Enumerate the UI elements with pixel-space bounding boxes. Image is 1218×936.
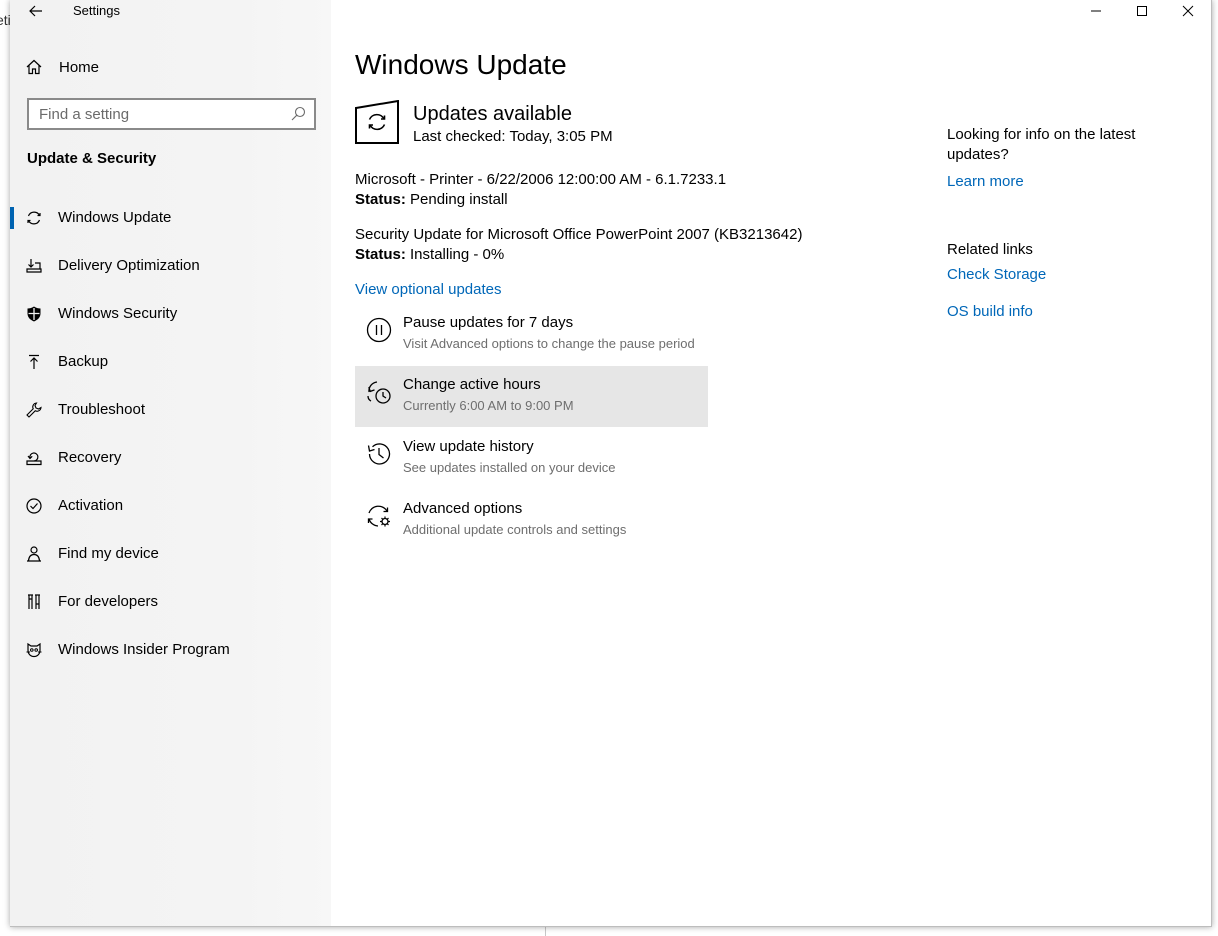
sidebar-item-label: Find my device xyxy=(58,545,159,562)
update-name: Security Update for Microsoft Office Pow… xyxy=(355,226,803,243)
change-active-hours-button[interactable]: Change active hours Currently 6:00 AM to… xyxy=(355,366,708,427)
developer-tools-icon xyxy=(24,592,44,612)
back-button[interactable] xyxy=(24,0,48,22)
sidebar-item-windows-insider-program[interactable]: Windows Insider Program xyxy=(10,626,331,674)
minimize-button[interactable] xyxy=(1073,0,1119,22)
sidebar-item-label: Windows Update xyxy=(58,209,172,226)
view-optional-updates-link[interactable]: View optional updates xyxy=(355,281,502,298)
status-value: Pending install xyxy=(410,191,508,208)
close-icon xyxy=(1182,5,1194,17)
action-title: Advanced options xyxy=(403,500,523,517)
view-update-history-button[interactable]: View update history See updates installe… xyxy=(355,428,708,489)
pause-icon xyxy=(365,316,393,344)
back-arrow-icon xyxy=(29,5,42,17)
sidebar-item-find-my-device[interactable]: Find my device xyxy=(10,530,331,578)
sidebar-item-label: Recovery xyxy=(58,449,122,466)
sidebar-item-windows-security[interactable]: Windows Security xyxy=(10,290,331,338)
sidebar-item-troubleshoot[interactable]: Troubleshoot xyxy=(10,386,331,434)
sync-icon xyxy=(24,208,44,228)
os-build-info-link[interactable]: OS build info xyxy=(947,303,1033,320)
sidebar-item-activation[interactable]: Activation xyxy=(10,482,331,530)
sidebar-item-label: Windows Insider Program xyxy=(58,641,230,658)
update-entry: Microsoft - Printer - 6/22/2006 12:00:00… xyxy=(355,171,726,211)
update-status: Status: Installing - 0% xyxy=(355,246,802,266)
close-button[interactable] xyxy=(1165,0,1211,22)
background-divider xyxy=(545,926,546,936)
action-subtitle: See updates installed on your device xyxy=(403,460,616,475)
sidebar: Settings Home Update & Security xyxy=(10,0,331,926)
sidebar-item-label: Delivery Optimization xyxy=(58,257,200,274)
status-label: Status: xyxy=(355,191,406,208)
check-circle-icon xyxy=(24,496,44,516)
sidebar-nav: Windows Update Delivery Optimization Win… xyxy=(10,194,331,674)
pause-updates-button[interactable]: Pause updates for 7 days Visit Advanced … xyxy=(355,304,708,365)
status-label: Status: xyxy=(355,246,406,263)
last-checked-text: Last checked: Today, 3:05 PM xyxy=(413,128,613,145)
active-hours-icon xyxy=(365,378,393,406)
background-window-edge: eti xyxy=(0,0,11,936)
insider-cat-icon xyxy=(24,640,44,660)
action-subtitle: Currently 6:00 AM to 9:00 PM xyxy=(403,398,574,413)
update-entry: Security Update for Microsoft Office Pow… xyxy=(355,226,802,266)
update-status-title: Updates available xyxy=(413,103,572,125)
page-title: Windows Update xyxy=(355,49,567,80)
info-question: Looking for info on the latest updates? xyxy=(947,126,1136,163)
update-status: Status: Pending install xyxy=(355,191,726,211)
sidebar-item-label: Activation xyxy=(58,497,124,514)
section-title: Update & Security xyxy=(27,150,157,167)
titlebar: Settings xyxy=(10,0,331,22)
person-location-icon xyxy=(24,544,44,564)
sidebar-item-label: Backup xyxy=(58,353,109,370)
status-value: Installing - 0% xyxy=(410,246,505,263)
update-status-icon xyxy=(355,99,399,144)
background-window-bottom xyxy=(0,926,1218,936)
minimize-icon xyxy=(1091,10,1101,12)
recovery-icon xyxy=(24,448,44,468)
learn-more-link[interactable]: Learn more xyxy=(947,173,1024,190)
related-links-title: Related links xyxy=(947,241,1033,258)
history-icon xyxy=(365,440,393,468)
update-name: Microsoft - Printer - 6/22/2006 12:00:00… xyxy=(355,171,727,188)
window-controls xyxy=(1073,0,1211,22)
home-icon xyxy=(24,57,44,77)
action-title: Pause updates for 7 days xyxy=(403,314,574,331)
backup-arrow-icon xyxy=(24,352,44,372)
sidebar-item-label: For developers xyxy=(58,593,159,610)
maximize-icon xyxy=(1137,6,1147,16)
sidebar-item-label: Windows Security xyxy=(58,305,178,322)
sidebar-item-recovery[interactable]: Recovery xyxy=(10,434,331,482)
info-panel: Looking for info on the latest updates? … xyxy=(947,125,1187,190)
advanced-options-icon xyxy=(365,502,393,530)
search-input[interactable] xyxy=(29,100,289,128)
action-subtitle: Additional update controls and settings xyxy=(403,522,627,537)
sidebar-item-delivery-optimization[interactable]: Delivery Optimization xyxy=(10,242,331,290)
action-title: View update history xyxy=(403,438,534,455)
main-content: Windows Update Updates available Last ch… xyxy=(331,0,1211,926)
home-label: Home xyxy=(59,58,100,76)
search-icon[interactable] xyxy=(290,106,306,122)
maximize-button[interactable] xyxy=(1119,0,1165,22)
settings-window: Settings Home Update & Security xyxy=(10,0,1212,927)
shield-icon xyxy=(24,304,44,324)
sidebar-item-home[interactable]: Home xyxy=(24,54,314,80)
sidebar-item-windows-update[interactable]: Windows Update xyxy=(10,194,331,242)
action-subtitle: Visit Advanced options to change the pau… xyxy=(403,336,695,351)
sidebar-item-label: Troubleshoot xyxy=(58,401,145,418)
action-title: Change active hours xyxy=(403,376,541,393)
sidebar-item-for-developers[interactable]: For developers xyxy=(10,578,331,626)
search-field[interactable] xyxy=(27,98,316,130)
app-title: Settings xyxy=(73,3,120,18)
advanced-options-button[interactable]: Advanced options Additional update contr… xyxy=(355,490,708,551)
related-links-panel: Related links Check Storage OS build inf… xyxy=(947,241,1187,320)
delivery-optimization-icon xyxy=(24,256,44,276)
wrench-icon xyxy=(24,400,44,420)
sidebar-item-backup[interactable]: Backup xyxy=(10,338,331,386)
check-storage-link[interactable]: Check Storage xyxy=(947,266,1046,283)
